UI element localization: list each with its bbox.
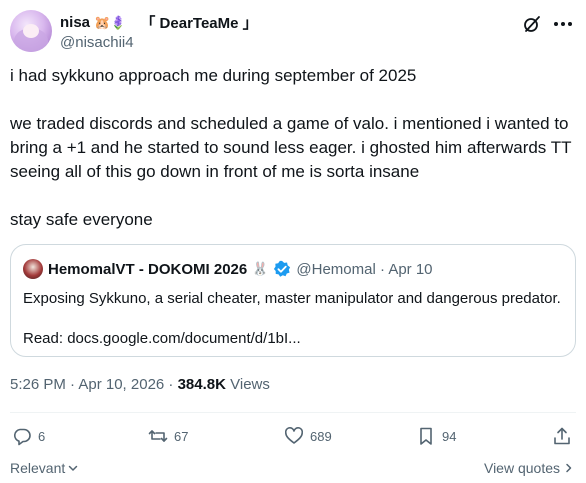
quoted-tweet-header: HemomalVT - DOKOMI 2026 🐰 @Hemomal · Apr… [23,259,433,279]
avatar-face [23,24,39,38]
author-name-line[interactable]: nisa 🐹🪻 「 DearTeaMe 」 [60,12,258,33]
author-avatar[interactable] [10,10,52,52]
heart-icon [284,427,304,444]
quoted-text-line: Exposing Sykkuno, a serial cheater, mast… [23,290,561,307]
chevron-right-icon [566,463,572,473]
view-quotes-link[interactable]: View quotes [484,460,574,476]
like-button[interactable]: 689 [284,426,332,446]
reply-footer: Relevant View quotes [10,460,576,480]
quoted-handle-date: @Hemomal · Apr 10 [296,260,433,278]
quoted-author-emoji: 🐰 [252,261,269,276]
tweet-paragraph: we traded discords and scheduled a game … [10,114,576,181]
reply-count: 6 [38,428,46,444]
timestamp[interactable]: 5:26 PM · Apr 10, 2026 · [10,376,178,393]
bookmark-button[interactable]: 94 [416,426,456,446]
view-quotes-label: View quotes [483,460,560,476]
repost-icon [148,430,168,442]
author-emojis: 🐹🪻 [94,14,127,30]
grok-icon[interactable] [522,14,542,34]
repost-button[interactable]: 67 [148,426,188,446]
share-icon [554,427,570,445]
bookmark-icon [420,427,432,445]
quoted-author-name: HemomalVT - DOKOMI 2026 [48,260,248,278]
quoted-author-avatar [23,259,43,279]
tweet-paragraph: i had sykkuno approach me during septemb… [10,66,417,85]
reply-icon [13,428,31,446]
quoted-link-line: Read: docs.google.com/document/d/1bI... [23,330,301,347]
repost-count: 67 [174,428,189,444]
sort-dropdown[interactable]: Relevant [10,460,79,476]
verified-badge-icon [274,260,291,277]
author-handle[interactable]: @nisachii4 [60,34,134,51]
tweet-text: i had sykkuno approach me during septemb… [10,64,576,232]
more-options-icon[interactable] [552,14,574,34]
quoted-tweet-body: Exposing Sykkuno, a serial cheater, mast… [23,289,563,369]
like-count: 689 [310,428,332,444]
chevron-down-icon [69,465,78,471]
bookmark-count: 94 [442,428,457,444]
reply-button[interactable]: 6 [12,426,45,446]
views-label: Views [225,376,270,393]
tweet-header: nisa 🐹🪻 「 DearTeaMe 」 @nisachii4 [10,8,576,56]
author-name[interactable]: nisa [60,14,90,31]
share-button[interactable] [552,426,572,446]
timestamp-line: 5:26 PM · Apr 10, 2026 · 384.8K Views [10,376,270,393]
author-tag: 「 DearTeaMe 」 [140,15,258,32]
tweet-paragraph: stay safe everyone [10,210,153,229]
views-count: 384.8K [177,376,226,393]
sort-label: Relevant [10,460,66,476]
quoted-tweet[interactable]: HemomalVT - DOKOMI 2026 🐰 @Hemomal · Apr… [10,244,576,357]
divider [10,412,576,413]
action-bar: 6 67 689 94 [10,426,576,450]
